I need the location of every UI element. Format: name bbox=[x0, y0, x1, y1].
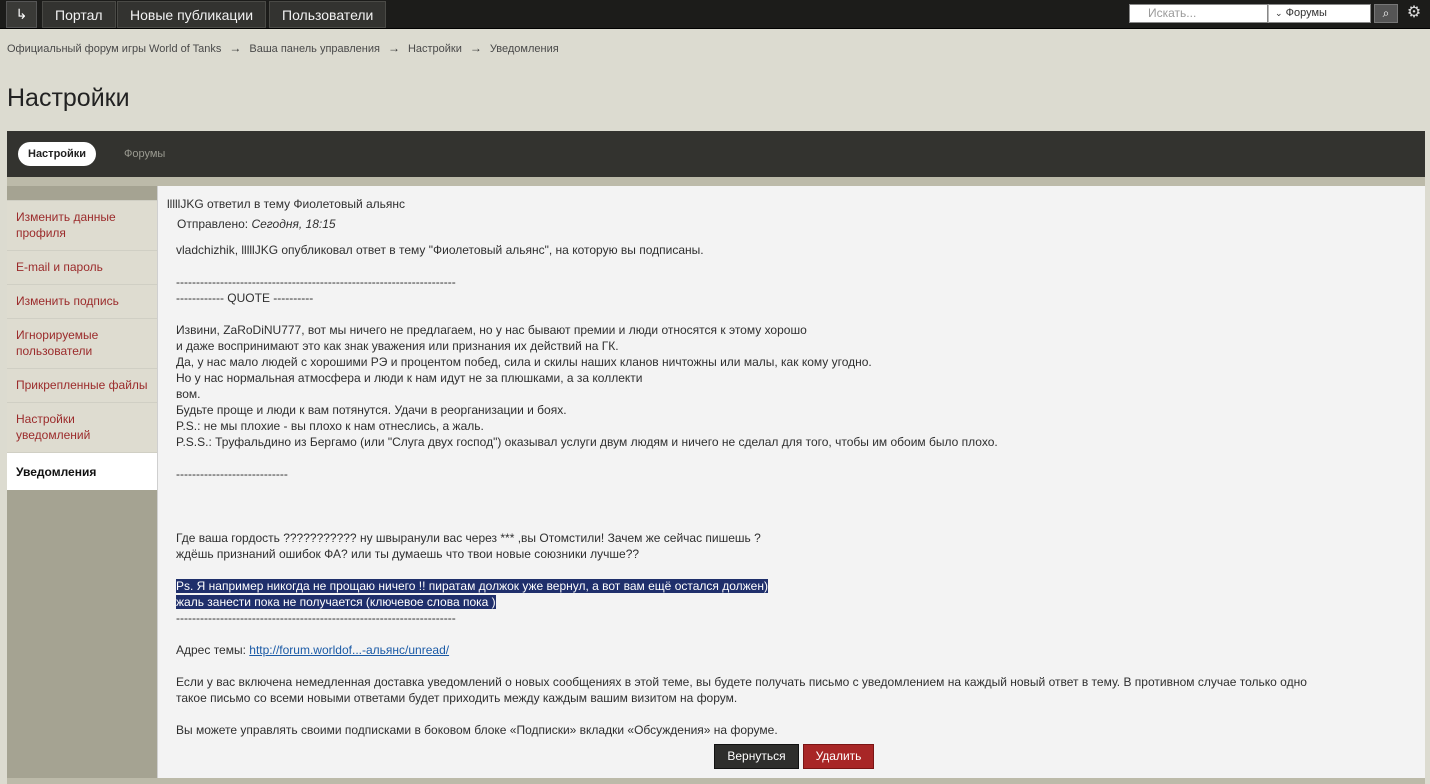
sidebar-item-attachments[interactable]: Прикрепленные файлы bbox=[7, 368, 158, 402]
search-input[interactable]: Искать... bbox=[1129, 4, 1268, 23]
topic-address-label: Адрес темы: bbox=[176, 643, 246, 657]
breadcrumb-notifications[interactable]: Уведомления bbox=[490, 43, 559, 55]
info-text: такое письмо со всеми новыми ответами бу… bbox=[176, 691, 738, 705]
sidebar-item-email-password[interactable]: E-mail и пароль bbox=[7, 250, 158, 284]
breadcrumb-control-panel[interactable]: Ваша панель управления bbox=[249, 43, 380, 55]
topic-address: Адрес темы: http://forum.worldof...-алья… bbox=[176, 643, 449, 657]
search-scope-select[interactable]: ⌄ Форумы bbox=[1268, 4, 1371, 23]
back-button[interactable]: Вернуться bbox=[714, 744, 799, 769]
sent-time: Сегодня, 18:15 bbox=[251, 217, 336, 231]
sent-label: Отправлено: bbox=[177, 217, 249, 231]
home-icon[interactable]: ↳ bbox=[6, 1, 37, 28]
selected-text-line: жаль занести пока не получается (ключево… bbox=[176, 595, 496, 609]
sidebar-item-ignored-users[interactable]: Игнорируемые пользователи bbox=[7, 318, 158, 368]
quote-line: Но у нас нормальная атмосфера и люди к н… bbox=[176, 371, 643, 385]
search-icon[interactable]: ⌕ bbox=[1374, 4, 1398, 23]
nav-users[interactable]: Пользователи bbox=[269, 1, 387, 28]
quote-line: Извини, ZaRoDiNU777, вот мы ничего не пр… bbox=[176, 323, 807, 337]
topic-link[interactable]: http://forum.worldof...-альянс/unread/ bbox=[249, 643, 449, 657]
reply-line: Где ваша гордость ??????????? ну швырану… bbox=[176, 531, 761, 545]
manage-subscriptions-text: Вы можете управлять своими подписками в … bbox=[176, 723, 778, 737]
breadcrumb: Официальный форум игры World of Tanks → Ва… bbox=[7, 41, 559, 55]
breadcrumb-settings[interactable]: Настройки bbox=[408, 43, 462, 55]
notification-title: lllllJKG ответил в тему Фиолетовый альян… bbox=[167, 197, 406, 211]
quote-line: Будьте проще и люди к вам потянутся. Уда… bbox=[176, 403, 567, 417]
sent-info: Отправлено: Сегодня, 18:15 bbox=[177, 217, 336, 231]
selected-text-line: Ps. Я например никогда не прощаю ничего … bbox=[176, 579, 768, 593]
quote-line: P.S.S.: Труфальдино из Бергамо (или "Слу… bbox=[176, 435, 998, 449]
sidebar-item-edit-profile[interactable]: Изменить данные профиля bbox=[7, 200, 158, 250]
search-scope-label: Форумы bbox=[1285, 7, 1327, 19]
breadcrumb-separator: → bbox=[469, 41, 482, 55]
tab-bar: Настройки Форумы bbox=[7, 131, 1425, 177]
divider: ---------------------------- bbox=[176, 467, 288, 481]
nav-new-posts[interactable]: Новые публикации bbox=[117, 1, 267, 28]
breadcrumb-forum[interactable]: Официальный форум игры World of Tanks bbox=[7, 43, 221, 55]
sidebar: Изменить данные профиля E-mail и пароль … bbox=[7, 186, 159, 778]
delete-button[interactable]: Удалить bbox=[803, 744, 874, 769]
top-navbar: ↳ Портал Новые публикации Пользователи И… bbox=[0, 0, 1430, 29]
sidebar-item-notification-settings[interactable]: Настройки уведомлений bbox=[7, 402, 158, 452]
tab-bar-strip bbox=[7, 177, 1425, 186]
bottom-strip bbox=[7, 778, 1425, 784]
reply-line: ждёшь признаний ошибок ФА? или ты думаеш… bbox=[176, 547, 640, 561]
divider: ----------------------------------------… bbox=[176, 611, 456, 625]
notification-panel: lllllJKG ответил в тему Фиолетовый альян… bbox=[157, 186, 1425, 778]
tab-forums[interactable]: Форумы bbox=[124, 142, 165, 166]
tab-settings[interactable]: Настройки bbox=[18, 142, 97, 166]
quote-header: ------------ QUOTE ---------- bbox=[176, 291, 314, 305]
info-text: Если у вас включена немедленная доставка… bbox=[176, 675, 1307, 689]
sidebar-item-edit-signature[interactable]: Изменить подпись bbox=[7, 284, 158, 318]
quote-line: и даже воспринимают это как знак уважени… bbox=[176, 339, 619, 353]
sidebar-item-notifications[interactable]: Уведомления bbox=[7, 452, 159, 490]
gear-icon[interactable]: ⚙ bbox=[1404, 3, 1424, 23]
breadcrumb-separator: → bbox=[229, 41, 242, 55]
breadcrumb-separator: → bbox=[387, 41, 400, 55]
page-title: Настройки bbox=[7, 84, 130, 112]
divider: ----------------------------------------… bbox=[176, 275, 456, 289]
chevron-down-icon: ⌄ bbox=[1275, 8, 1283, 18]
nav-portal[interactable]: Портал bbox=[42, 1, 116, 28]
quote-line: Да, у нас мало людей с хорошими РЭ и про… bbox=[176, 355, 872, 369]
notification-intro: vladchizhik, lllllJKG опубликовал ответ … bbox=[176, 243, 704, 257]
quote-line: P.S.: не мы плохие - вы плохо к нам отне… bbox=[176, 419, 484, 433]
quote-line: вом. bbox=[176, 387, 201, 401]
